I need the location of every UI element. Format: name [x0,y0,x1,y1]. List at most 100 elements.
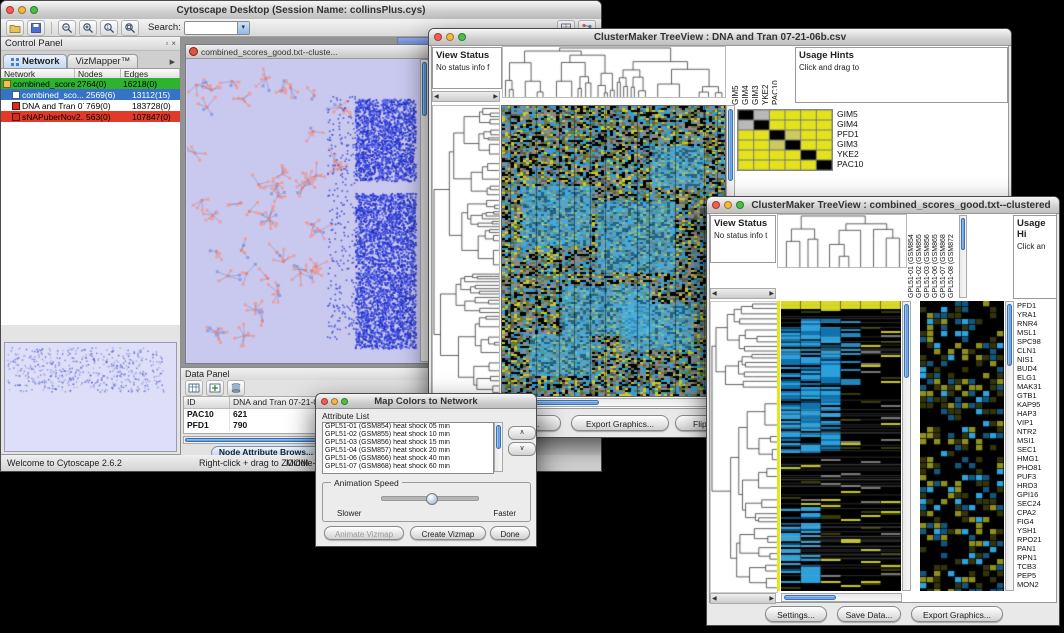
maximize-button[interactable] [458,33,466,41]
network-row[interactable]: combined_scores2764(0)16218(0) [1,78,180,89]
treeview-dna-titlebar[interactable]: ClusterMaker TreeView : DNA and Tran 07-… [429,29,1011,46]
row-dendrogram[interactable] [710,301,778,593]
column-dendrogram[interactable] [502,46,726,98]
save-session-button[interactable] [27,20,45,36]
gene-label: NTR2 [1017,427,1059,436]
close-button[interactable] [434,33,442,41]
network-row[interactable]: combined_sco...2569(6)13112(15) [1,89,180,100]
main-titlebar[interactable]: Cytoscape Desktop (Session Name: collins… [1,1,601,20]
birdseye-view[interactable] [4,342,177,452]
column-label: GIM5 [731,47,740,105]
minimize-button[interactable] [724,201,732,209]
control-panel-tabs: Network VizMapper™ ▶ [1,51,180,69]
column-labels: GPL51-01 (GSM854GPL51-02 (GSM855GPL51-03… [908,215,958,298]
search-input[interactable] [185,22,241,34]
create-attribute-button[interactable] [206,380,224,396]
map-colors-dialog: Map Colors to Network Attribute List GPL… [315,393,537,547]
attribute-list-scrollbar[interactable] [494,422,503,472]
tab-vizmapper[interactable]: VizMapper™ [67,54,138,68]
dendrogram-hscrollbar[interactable]: ◀▶ [710,593,776,604]
birdseye-canvas[interactable] [5,343,175,449]
view-status-text: No status info f [436,63,489,72]
treeview-combined-titlebar[interactable]: ClusterMaker TreeView : combined_scores_… [707,197,1059,214]
save-data-button[interactable]: Save Data... [837,606,901,622]
node-attribute-browser-tab[interactable]: Node Attribute Brows... [211,446,321,455]
attribute-item[interactable]: GPL51-03 (GSM856) heat shock 15 min [323,439,493,447]
zoom-in-button[interactable] [79,20,97,36]
dialog-titlebar[interactable]: Map Colors to Network [316,394,536,409]
attribute-list[interactable]: GPL51-01 (GSM854) heat shock 05 minGPL51… [322,422,494,474]
minimize-button[interactable] [18,6,26,14]
attribute-database-button[interactable] [227,380,245,396]
speed-slider[interactable] [381,496,479,501]
heatmap-hscroll[interactable] [781,593,902,602]
treeview-combined-window: ClusterMaker TreeView : combined_scores_… [706,196,1060,626]
network-view-title: combined_scores_good.txt--cluste... [201,47,338,57]
view-status-panel: View Status No status info f [432,47,502,89]
float-panel-icon[interactable]: ▫ [165,39,168,48]
heatmap-vscroll[interactable] [902,301,911,591]
zoom-heatmap-canvas[interactable] [920,301,1004,591]
doc-red-icon [12,102,20,110]
window-controls [434,33,470,41]
gene-labels: PFD1YRA1RNR4MSL1SPC98CLN1NIS1BUD4ELG1MAK… [1017,301,1059,591]
maximize-button[interactable] [341,398,348,405]
attribute-item[interactable]: GPL51-07 (GSM868) heat shock 60 min [323,463,493,471]
network-view-window: combined_scores_good.txt--cluste... [185,44,431,364]
close-button[interactable] [321,398,328,405]
gene-label: YRA1 [1017,310,1059,319]
minimize-button[interactable] [331,398,338,405]
minimize-button[interactable] [446,33,454,41]
animation-speed-group: Animation Speed Slower Faster [322,482,531,522]
network-nodes: 2569(6) [84,90,130,100]
speed-slider-knob[interactable] [426,493,438,505]
dendrogram-scrollbar[interactable]: ◀▶ [432,91,500,102]
close-button[interactable] [712,201,720,209]
attribute-item[interactable]: GPL51-01 (GSM854) heat shock 05 min [323,423,493,431]
export-graphics-button[interactable]: Export Graphics... [571,415,669,431]
attribute-item[interactable]: GPL51-06 (GSM866) heat shock 40 min [323,455,493,463]
close-panel-icon[interactable]: × [171,39,176,48]
animate-vizmap-button[interactable]: Animate Vizmap [324,526,404,540]
gene-label: TCB3 [1017,562,1059,571]
attribute-item[interactable]: GPL51-04 (GSM857) heat shock 20 min [323,447,493,455]
export-graphics-button[interactable]: Export Graphics... [911,606,1003,622]
row-dendrogram[interactable] [432,105,500,397]
tab-scroll-right-icon[interactable]: ▶ [167,56,178,68]
usage-hints-heading: Usage Hints [799,50,1004,61]
network-canvas[interactable] [187,59,420,363]
open-file-button[interactable] [6,20,24,36]
heatmap-canvas[interactable] [781,301,901,591]
dendrogram-scrollbar[interactable]: ◀▶ [710,288,776,299]
tab-network[interactable]: Network [3,54,67,68]
create-vizmap-button[interactable]: Create Vizmap [410,526,486,540]
heatmap-canvas[interactable] [501,105,726,397]
close-icon[interactable] [189,47,198,56]
zoom-selected-button[interactable]: 1 [100,20,118,36]
zoom-fit-button[interactable] [121,20,139,36]
settings-button[interactable]: Settings... [765,606,827,622]
maximize-button[interactable] [736,201,744,209]
close-button[interactable] [6,6,14,14]
select-attributes-button[interactable] [185,380,203,396]
done-button[interactable]: Done [490,526,530,540]
move-down-button[interactable]: ∨ [508,442,536,456]
network-row[interactable]: DNA and Tran 07769(0)183728(0) [1,100,180,111]
zoom-heatmap-canvas[interactable] [737,109,833,171]
column-dendrogram[interactable] [777,214,907,268]
network-name: combined_sco... [20,90,84,100]
maximize-button[interactable] [30,6,38,14]
column-labels-scrollbar[interactable] [959,215,967,298]
network-row[interactable]: sNAPuberNov2...563(0)107847(0) [1,111,180,122]
search-combobox[interactable]: ▾ [184,21,250,35]
svg-text:1: 1 [106,25,109,31]
move-up-button[interactable]: ∧ [508,426,536,440]
zoom-out-button[interactable] [58,20,76,36]
chevron-down-icon[interactable]: ▾ [237,22,249,34]
usage-hints-text: Click and drag to [799,63,859,72]
column-label: GPL51-03 (GSM856 [924,215,931,298]
network-view-titlebar[interactable]: combined_scores_good.txt--cluste... [186,45,430,59]
attribute-item[interactable]: GPL51-02 (GSM855) heat shock 10 min [323,431,493,439]
usage-hints-text: Click an [1017,242,1045,251]
zoom-vscroll[interactable] [1005,301,1014,591]
